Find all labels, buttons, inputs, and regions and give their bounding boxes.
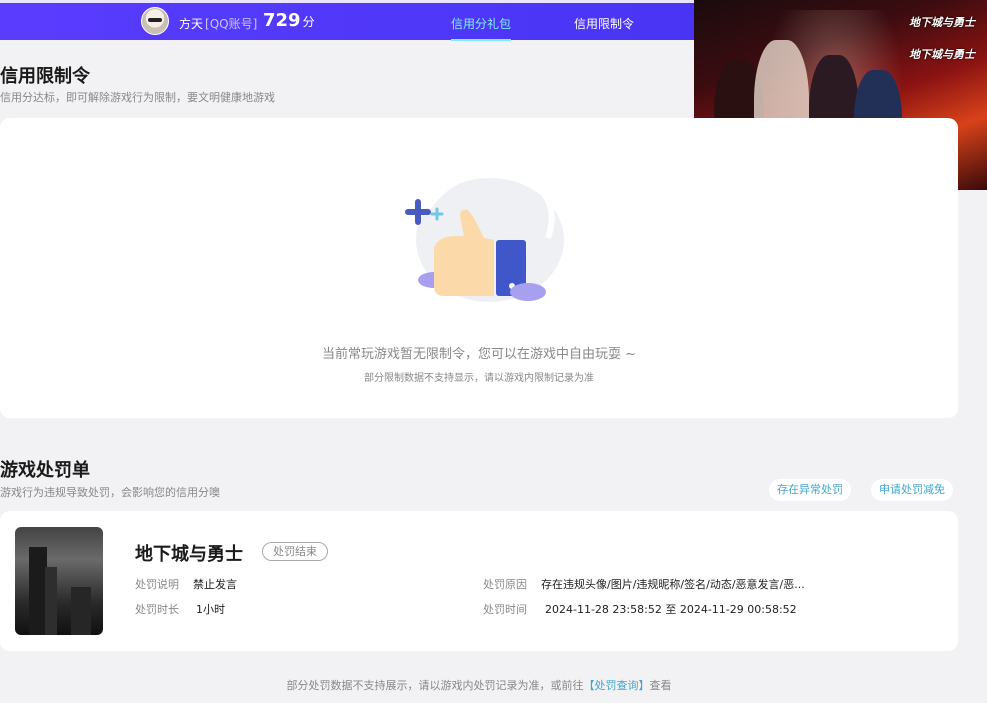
tab-credit-restriction[interactable]: 信用限制令 <box>574 15 634 32</box>
banner-logo-bottom: 地下城与勇士 <box>909 48 975 61</box>
account-type: [QQ账号] <box>205 17 258 31</box>
footer-note: 部分处罚数据不支持展示，请以游戏内处罚记录为准，或前往【处罚查询】查看 <box>0 677 958 693</box>
credit-score-unit: 分 <box>302 15 315 29</box>
thumb-tower <box>45 567 57 635</box>
banner-logo-top: 地下城与勇士 <box>909 16 975 29</box>
user-name: 方天 [QQ账号] <box>179 15 257 32</box>
thumb-tower <box>71 587 91 635</box>
punishment-title: 游戏处罚单 <box>0 460 90 481</box>
tab-credit-gift[interactable]: 信用分礼包 <box>451 15 512 41</box>
punishment-query-link[interactable]: 【处罚查询】 <box>584 679 650 692</box>
apply-reduction-button[interactable]: 申请处罚减免 <box>871 479 953 501</box>
footer-text-end: 查看 <box>649 679 672 692</box>
punishment-duration-label: 处罚时长 <box>135 603 179 616</box>
punished-game-name: 地下城与勇士 <box>135 544 243 565</box>
avatar-face-icon <box>148 18 162 22</box>
punishment-duration-value: 1小时 <box>196 603 225 616</box>
punishment-desc-label: 处罚说明 <box>135 578 179 591</box>
credit-score: 729 分 <box>263 10 315 31</box>
user-name-text: 方天 <box>179 17 204 31</box>
punishment-desc-value: 禁止发言 <box>193 578 237 591</box>
empty-state-note: 部分限制数据不支持显示，请以游戏内限制记录为准 <box>364 373 594 384</box>
cloud-right-icon <box>510 283 546 301</box>
punishment-reason-value: 存在违规头像/图片/违规昵称/签名/动态/恶意发言/恶... <box>541 578 805 591</box>
punishment-status-badge: 处罚结束 <box>262 542 328 561</box>
abnormal-punishment-button[interactable]: 存在异常处罚 <box>769 479 851 501</box>
punishment-reason-label: 处罚原因 <box>483 578 527 591</box>
footer-text: 部分处罚数据不支持展示，请以游戏内处罚记录为准，或前往 <box>286 679 584 692</box>
restriction-title: 信用限制令 <box>0 66 90 87</box>
punishment-subtitle: 游戏行为违规导致处罚，会影响您的信用分噢 <box>0 486 220 499</box>
thumbs-up-illustration <box>405 171 564 302</box>
user-avatar[interactable] <box>141 7 169 35</box>
empty-state-message: 当前常玩游戏暂无限制令，您可以在游戏中自由玩耍 ~ <box>321 347 637 362</box>
punishment-time-value: 2024-11-28 23:58:52 至 2024-11-29 00:58:5… <box>545 603 797 616</box>
game-thumbnail <box>15 527 103 635</box>
credit-score-value: 729 <box>263 10 301 31</box>
restriction-subtitle: 信用分达标，即可解除游戏行为限制，要文明健康地游戏 <box>0 91 275 104</box>
punishment-time-label: 处罚时间 <box>483 603 527 616</box>
